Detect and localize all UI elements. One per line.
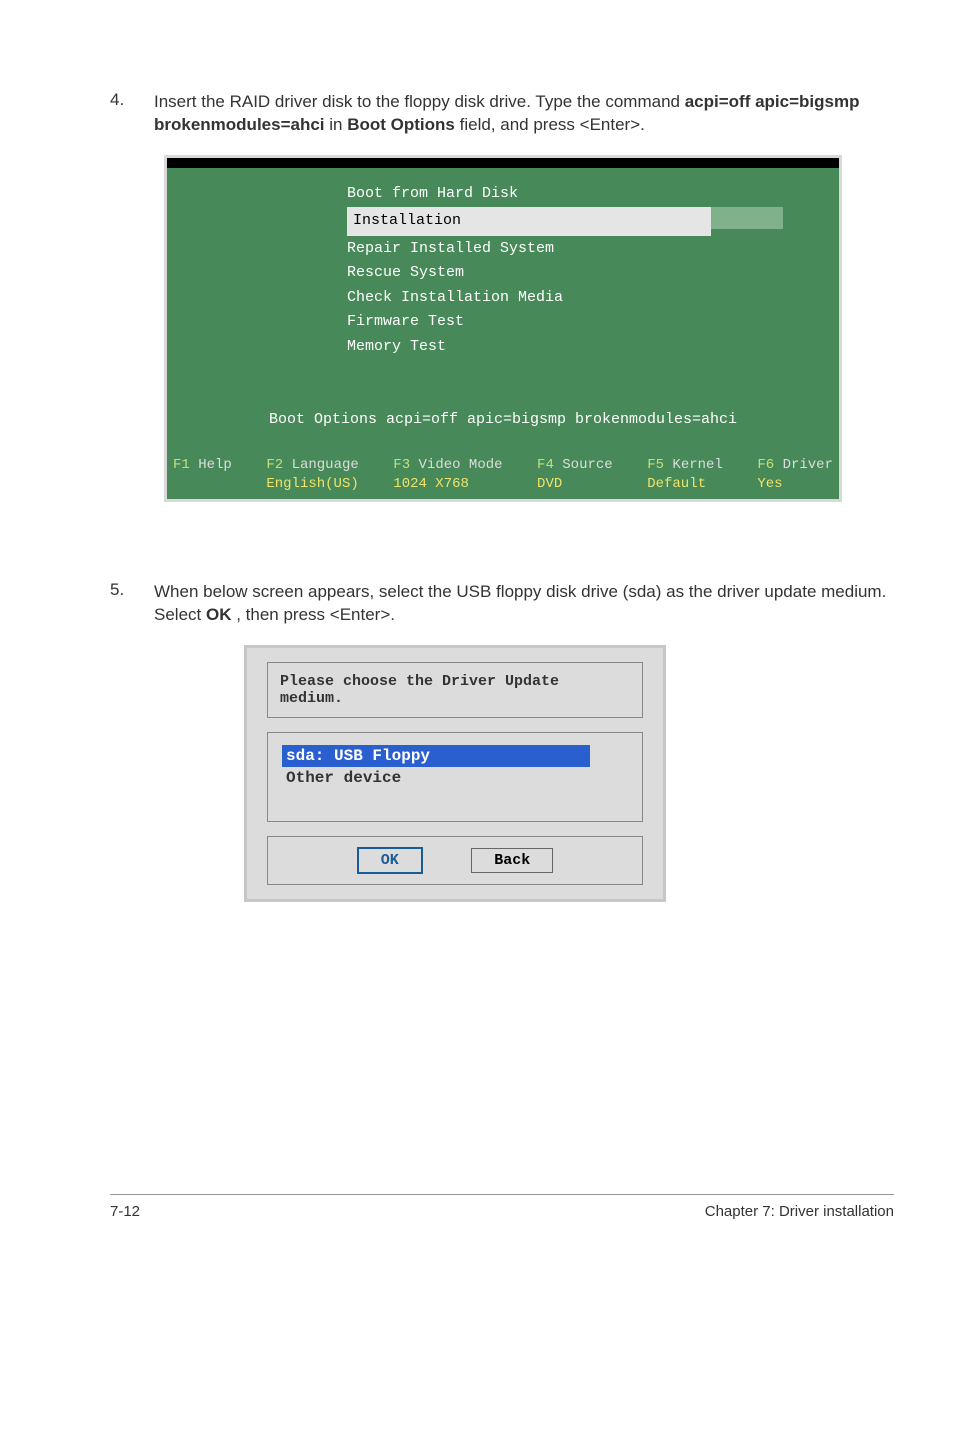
menu-item-label: Boot from Hard Disk [347, 185, 518, 202]
fkey-label: Source [562, 457, 612, 473]
list-item-sda-usb-floppy[interactable]: sda: USB Floppy [282, 745, 590, 767]
fkey-key: F6 [757, 457, 774, 473]
step-text: Insert the RAID driver disk to the flopp… [154, 90, 894, 137]
ok-button[interactable]: OK [357, 847, 423, 874]
fkey-key: F2 [266, 457, 283, 473]
fkey-label: Language [292, 457, 359, 473]
page: 4. Insert the RAID driver disk to the fl… [0, 0, 954, 1280]
boot-options-line: Boot Options acpi=off apic=bigsmp broken… [167, 411, 839, 428]
menu-item-repair-installed-system[interactable]: Repair Installed System [347, 237, 554, 262]
fkey-key: F4 [537, 457, 554, 473]
step-4: 4. Insert the RAID driver disk to the fl… [110, 90, 894, 137]
fkey-value: DVD [537, 476, 562, 492]
fkey-value: English(US) [266, 476, 358, 492]
menu-item-label: Repair Installed System [347, 240, 554, 257]
step-number: 4. [110, 90, 154, 110]
fkey-f4-source[interactable]: F4 Source DVD [537, 456, 613, 492]
fkey-key: F1 [173, 457, 190, 473]
menu-item-rescue-system[interactable]: Rescue System [347, 261, 464, 286]
step-5: 5. When below screen appears, select the… [110, 580, 894, 627]
step-number: 5. [110, 580, 154, 600]
text-span: , then press <Enter>. [236, 605, 395, 624]
menu-item-label: Memory Test [347, 338, 446, 355]
menu-item-installation[interactable]: Installation [347, 206, 783, 237]
fkey-label: Kernel [672, 457, 722, 473]
boot-highlight-bar [711, 207, 783, 229]
chapter-title: Chapter 7: Driver installation [705, 1203, 894, 1220]
fkey-value: Yes [757, 476, 782, 492]
list-item-other-device[interactable]: Other device [282, 767, 628, 789]
boot-menu-list: Boot from Hard Disk Installation Repair … [167, 168, 839, 360]
fkey-key: F5 [647, 457, 664, 473]
menu-item-label: Firmware Test [347, 313, 464, 330]
boot-fkeys-row: F1 Help F2 Language English(US) F3 Video… [167, 456, 839, 498]
fkey-f6-driver[interactable]: F6 Driver Yes [757, 456, 833, 492]
menu-item-label: Rescue System [347, 264, 464, 281]
menu-item-label: Check Installation Media [347, 289, 563, 306]
text-span: field, and press <Enter>. [460, 115, 645, 134]
menu-item-firmware-test[interactable]: Firmware Test [347, 310, 464, 335]
fkey-f2-language[interactable]: F2 Language English(US) [266, 456, 358, 492]
menu-item-boot-from-hard-disk[interactable]: Boot from Hard Disk [347, 182, 518, 207]
field-name: Boot Options [347, 115, 455, 134]
back-button[interactable]: Back [471, 848, 553, 873]
text-span: in [329, 115, 347, 134]
fkey-label: Video Mode [419, 457, 503, 473]
text-span: Insert the RAID driver disk to the flopp… [154, 92, 685, 111]
menu-item-label: Installation [347, 207, 711, 236]
fkey-label: Help [198, 457, 232, 473]
fkey-value: Default [647, 476, 706, 492]
menu-item-memory-test[interactable]: Memory Test [347, 335, 446, 360]
footer: 7-12 Chapter 7: Driver installation [0, 1195, 954, 1220]
button-name: OK [206, 605, 232, 624]
menu-item-check-installation-media[interactable]: Check Installation Media [347, 286, 563, 311]
fkey-value: 1024 X768 [393, 476, 469, 492]
dialog-buttons: OK Back [267, 836, 643, 885]
fkey-label: Driver [783, 457, 833, 473]
fkey-key: F3 [393, 457, 410, 473]
footer-wrap: 7-12 Chapter 7: Driver installation [0, 1194, 954, 1220]
dialog-list: sda: USB Floppy Other device [267, 732, 643, 822]
fkey-f3-video-mode[interactable]: F3 Video Mode 1024 X768 [393, 456, 502, 492]
fkey-f1-help[interactable]: F1 Help [173, 456, 232, 492]
dialog-title: Please choose the Driver Update medium. [267, 662, 643, 718]
fkey-f5-kernel[interactable]: F5 Kernel Default [647, 456, 723, 492]
page-number: 7-12 [110, 1203, 140, 1220]
step-text: When below screen appears, select the US… [154, 580, 894, 627]
boot-menu-screenshot: Boot from Hard Disk Installation Repair … [164, 155, 842, 502]
boot-top-band [167, 158, 839, 168]
driver-update-dialog: Please choose the Driver Update medium. … [244, 645, 666, 902]
